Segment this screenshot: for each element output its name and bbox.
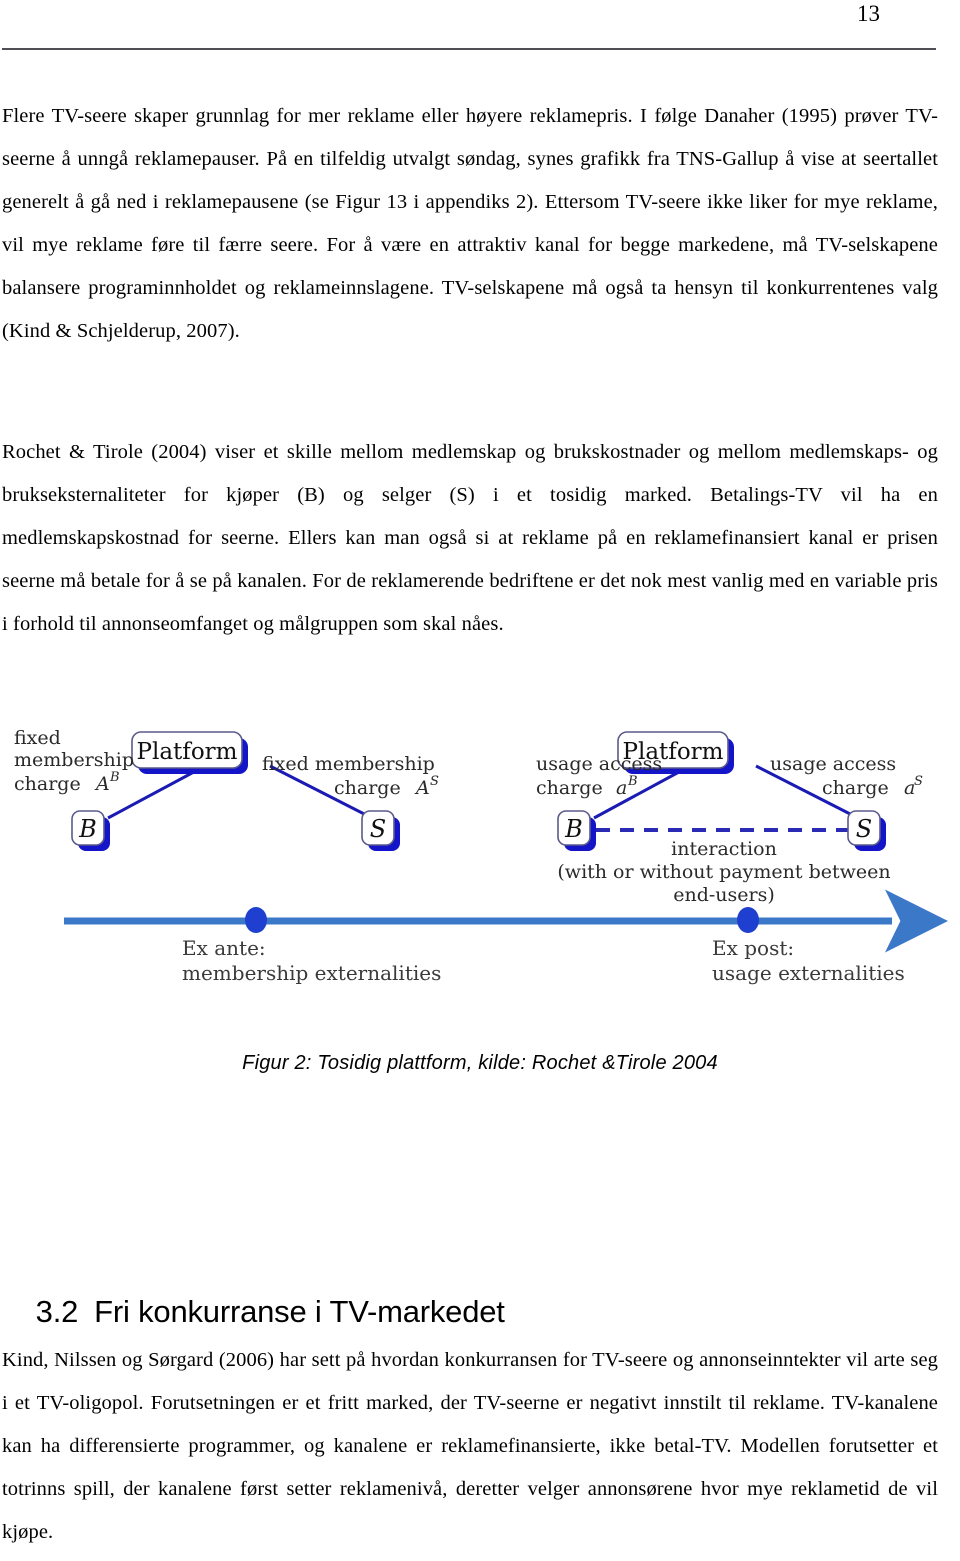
left-panel-right-charge-line1: fixed membership <box>262 753 435 775</box>
right-panel: Platform B S usage access charge a B usa… <box>536 731 923 906</box>
ex-post-label-line1: Ex post: <box>712 936 794 960</box>
figure-two-sided-platform: Platform B S fixed membership charge A B… <box>0 718 960 1018</box>
buyer-left-label: B <box>78 815 97 843</box>
right-panel-left-charge-line1: usage access <box>536 753 662 775</box>
left-panel: Platform B S fixed membership charge A B… <box>14 727 439 851</box>
timeline-marker-ex-ante <box>245 907 267 933</box>
left-fixed-charge-line2: membership <box>14 749 134 771</box>
platform-left-label: Platform <box>137 739 238 765</box>
left-panel-right-charge-line2: charge <box>334 777 401 799</box>
paragraph-2: Rochet & Tirole (2004) viser et skille m… <box>2 440 938 635</box>
ex-ante-label-line1: Ex ante: <box>182 936 266 960</box>
seller-right-label: S <box>856 815 872 843</box>
right-panel-left-charge-symbol: a <box>616 777 627 799</box>
figure-diagram-svg: Platform B S fixed membership charge A B… <box>14 727 948 985</box>
figure-caption: Figur 2: Tosidig plattform, kilde: Roche… <box>242 1052 718 1074</box>
ex-ante-label-line2: membership externalities <box>182 961 441 985</box>
paragraph-1: Flere TV-seere skaper grunnlag for mer r… <box>2 104 938 342</box>
interaction-label-line2: (with or without payment between <box>557 861 890 883</box>
interaction-label-line1: interaction <box>671 838 777 860</box>
node-platform-left: Platform <box>131 731 248 774</box>
section-number: 3.2 <box>35 1293 79 1329</box>
left-fixed-charge-symbol: A <box>94 773 110 795</box>
paragraph-3: Kind, Nilssen og Sørgard (2006) har sett… <box>2 1348 938 1543</box>
node-buyer-right: B <box>557 810 596 851</box>
interaction-label-line3: end-users) <box>673 884 775 906</box>
right-panel-right-charge-superscript: S <box>914 774 923 789</box>
left-fixed-charge-superscript: B <box>109 770 120 785</box>
left-panel-right-charge-symbol: A <box>414 777 430 799</box>
node-seller-left: S <box>361 810 400 851</box>
timeline-marker-ex-post <box>737 907 759 933</box>
buyer-right-label: B <box>564 815 583 843</box>
right-panel-left-charge-superscript: B <box>627 774 638 789</box>
ex-post-label-line2: usage externalities <box>712 961 905 985</box>
left-panel-right-charge-superscript: S <box>430 774 439 789</box>
page-number: 13 <box>857 1 880 26</box>
left-fixed-charge-line3: charge <box>14 773 81 795</box>
document-page: 13 Flere TV-seere skaper grunnlag for me… <box>0 0 960 1561</box>
seller-left-label: S <box>370 815 386 843</box>
right-panel-right-charge-line1: usage access <box>770 753 896 775</box>
right-panel-right-charge-line2: charge <box>822 777 889 799</box>
node-buyer-left: B <box>71 810 110 851</box>
section-title: Fri konkurranse i TV-markedet <box>94 1293 505 1329</box>
timeline: Ex ante: membership externalities Ex pos… <box>64 889 948 985</box>
right-panel-left-charge-line2: charge <box>536 777 603 799</box>
left-fixed-charge-line1: fixed <box>14 727 61 749</box>
header-rule <box>2 48 936 50</box>
node-seller-right: S <box>847 810 886 851</box>
